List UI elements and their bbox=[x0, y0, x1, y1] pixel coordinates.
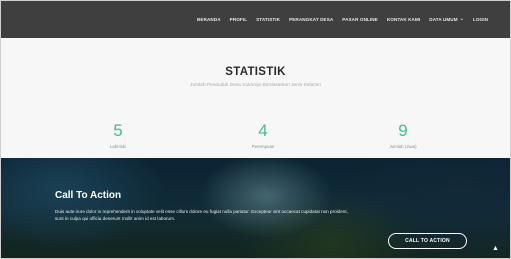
stat-label: Perempuan bbox=[251, 144, 275, 149]
nav-item-kontak-kami[interactable]: KONTAK KAMI bbox=[387, 17, 420, 22]
page-frame: BERANDA PROFIL STATISTIK PERANGKAT DESA … bbox=[0, 0, 511, 259]
nav-item-statistik[interactable]: STATISTIK bbox=[256, 17, 280, 22]
section-title: STATISTIK bbox=[225, 66, 286, 78]
main-menu: BERANDA PROFIL STATISTIK PERANGKAT DESA … bbox=[197, 1, 488, 38]
cta-title: Call To Action bbox=[55, 190, 122, 201]
nav-item-data-umum[interactable]: DATA UMUM ⌄ bbox=[429, 16, 464, 23]
call-to-action-button[interactable]: CALL TO ACTION bbox=[388, 233, 467, 249]
stat-female: 4 Perempuan bbox=[223, 122, 303, 149]
chevron-up-icon[interactable]: ▲ bbox=[492, 245, 499, 252]
nav-item-login[interactable]: LOGIN bbox=[473, 17, 488, 22]
cta-text: Duis aute irure dolor in reprehenderit i… bbox=[55, 209, 348, 221]
stat-label: Laki-laki bbox=[109, 144, 127, 149]
nav-item-perangkat-desa[interactable]: PERANGKAT DESA bbox=[289, 17, 333, 22]
section-subtitle: Jumlah Penduduk Desa Sukorejo Berdasarka… bbox=[190, 83, 321, 88]
statistics-section: STATISTIK Jumlah Penduduk Desa Sukorejo … bbox=[1, 38, 510, 158]
chevron-down-icon: ⌄ bbox=[459, 16, 464, 22]
stat-label: Jumlah (Jiwa) bbox=[389, 144, 417, 149]
stat-value: 5 bbox=[113, 121, 123, 140]
nav-item-data-umum-label: DATA UMUM bbox=[429, 17, 458, 22]
stat-total: 9 Jumlah (Jiwa) bbox=[363, 122, 443, 149]
navbar: BERANDA PROFIL STATISTIK PERANGKAT DESA … bbox=[1, 1, 510, 38]
nav-item-pasar-online[interactable]: PASAR ONLINE bbox=[342, 17, 378, 22]
nav-item-profil[interactable]: PROFIL bbox=[230, 17, 247, 22]
call-to-action-section: Call To Action Duis aute irure dolor in … bbox=[1, 158, 510, 258]
nav-item-beranda[interactable]: BERANDA bbox=[197, 17, 221, 22]
stat-male: 5 Laki-laki bbox=[78, 122, 158, 149]
stat-value: 4 bbox=[258, 121, 268, 140]
stat-value: 9 bbox=[398, 121, 408, 140]
